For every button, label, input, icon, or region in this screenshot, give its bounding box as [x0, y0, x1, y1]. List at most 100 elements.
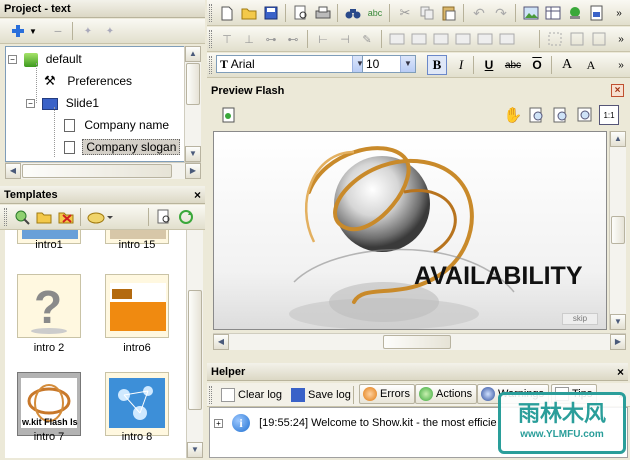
bold-button[interactable]: B: [427, 55, 447, 75]
collapse-icon[interactable]: −: [8, 55, 17, 65]
template-tile-selected[interactable]: w.kit Flash Is: [17, 372, 81, 436]
actual-size-icon[interactable]: 1:1: [599, 105, 619, 125]
tree-item-company-name[interactable]: Company name: [64, 116, 169, 134]
align-top-icon[interactable]: ⊤: [217, 29, 237, 49]
save-log-button[interactable]: Save log: [287, 385, 356, 405]
toolbar-grip[interactable]: [209, 56, 212, 74]
image-icon[interactable]: [521, 3, 541, 23]
open-icon[interactable]: [239, 3, 259, 23]
zoom-in-icon[interactable]: [527, 105, 547, 125]
scroll-left-icon[interactable]: ◀: [213, 334, 229, 350]
cut-icon[interactable]: ✂: [395, 3, 415, 23]
grow-font-button[interactable]: A: [557, 55, 577, 75]
preview-icon[interactable]: [154, 207, 174, 227]
template-tile[interactable]: [105, 372, 169, 436]
shrink-font-button[interactable]: A: [581, 55, 601, 75]
group-icon[interactable]: [86, 207, 116, 227]
open-folder-icon[interactable]: [34, 207, 54, 227]
chevron-down-icon[interactable]: ▼: [400, 56, 415, 72]
add-icon[interactable]: [8, 21, 28, 41]
strikethrough-button[interactable]: abc: [501, 55, 525, 75]
align-middle-icon[interactable]: ⊥: [239, 29, 259, 49]
layout-6-icon[interactable]: [497, 29, 517, 49]
layout-1-icon[interactable]: [387, 29, 407, 49]
close-icon[interactable]: ×: [617, 363, 624, 381]
remove-icon[interactable]: −: [48, 21, 68, 41]
layout-4-icon[interactable]: [453, 29, 473, 49]
print-icon[interactable]: [313, 3, 333, 23]
find-icon[interactable]: [343, 3, 363, 23]
undo-icon[interactable]: ↶: [469, 3, 489, 23]
hand-icon[interactable]: ✋: [503, 105, 523, 125]
scroll-thumb[interactable]: [188, 290, 202, 410]
clear-log-button[interactable]: Clear log: [217, 385, 287, 405]
spell-check-icon[interactable]: abc: [365, 3, 385, 23]
close-icon[interactable]: ×: [611, 84, 624, 97]
underline-button[interactable]: U: [479, 55, 499, 75]
align-center-icon[interactable]: ⊣: [335, 29, 355, 49]
save-icon[interactable]: [261, 3, 281, 23]
expand-icon[interactable]: +: [214, 418, 223, 428]
tree-scrollbar-h[interactable]: ◀ ▶: [5, 162, 201, 179]
zoom-out-icon[interactable]: [551, 105, 571, 125]
scroll-thumb[interactable]: [383, 335, 451, 349]
link-icon[interactable]: [565, 3, 585, 23]
delete-folder-icon[interactable]: [56, 207, 76, 227]
scroll-right-icon[interactable]: ▶: [185, 163, 201, 179]
collapse-icon[interactable]: −: [26, 99, 35, 109]
refresh-icon[interactable]: [176, 207, 196, 227]
new-file-icon[interactable]: [217, 3, 237, 23]
redo-icon[interactable]: ↷: [491, 3, 511, 23]
distribute-h-icon[interactable]: ⊶: [261, 29, 281, 49]
scroll-thumb[interactable]: [611, 216, 625, 244]
move-down-icon[interactable]: ✦: [100, 21, 120, 41]
border-1-icon[interactable]: [545, 29, 565, 49]
errors-tab[interactable]: Errors: [359, 384, 415, 404]
toolbar-grip[interactable]: [209, 30, 212, 48]
preview-scrollbar-h[interactable]: ◀ ▶: [213, 333, 626, 350]
toolbar-overflow-icon[interactable]: »: [611, 29, 630, 49]
browse-icon[interactable]: [12, 207, 32, 227]
paste-icon[interactable]: [439, 3, 459, 23]
template-tile[interactable]: [105, 274, 169, 338]
overline-button[interactable]: O: [527, 55, 547, 75]
distribute-v-icon[interactable]: ⊷: [283, 29, 303, 49]
zoom-fit-icon[interactable]: [575, 105, 595, 125]
scroll-down-icon[interactable]: ▼: [610, 314, 626, 330]
scroll-down-icon[interactable]: ▼: [185, 146, 201, 162]
font-size-select[interactable]: 10 ▼: [362, 55, 416, 73]
publish-icon[interactable]: [587, 3, 607, 23]
layout-2-icon[interactable]: [409, 29, 429, 49]
preview-scrollbar-v[interactable]: ▲ ▼: [609, 131, 626, 330]
close-icon[interactable]: ×: [194, 186, 201, 204]
table-icon[interactable]: [543, 3, 563, 23]
layout-5-icon[interactable]: [475, 29, 495, 49]
layout-3-icon[interactable]: [431, 29, 451, 49]
scroll-left-icon[interactable]: ◀: [5, 163, 21, 179]
flash-preview-canvas[interactable]: AVAILABILITY skip: [213, 131, 607, 330]
border-2-icon[interactable]: [567, 29, 587, 49]
border-3-icon[interactable]: [589, 29, 609, 49]
tree-scrollbar-v[interactable]: ▲ ▼: [184, 46, 201, 162]
toolbar-overflow-icon[interactable]: »: [611, 55, 630, 75]
actions-tab[interactable]: Actions: [415, 384, 478, 404]
toolbar-overflow-icon[interactable]: »: [609, 3, 629, 23]
toolbar-grip[interactable]: [4, 208, 7, 226]
log-entry[interactable]: + i [19:55:24] Welcome to Show.kit - the…: [214, 414, 497, 434]
toolbar-grip[interactable]: [209, 386, 212, 404]
skip-button[interactable]: skip: [562, 313, 598, 325]
toolbar-grip[interactable]: [209, 4, 212, 22]
tree-item-company-slogan[interactable]: Company slogan: [64, 138, 181, 156]
edit-icon[interactable]: ✎: [357, 29, 377, 49]
scroll-down-icon[interactable]: ▼: [187, 442, 203, 458]
move-up-icon[interactable]: ✦: [78, 21, 98, 41]
tree-item-preferences[interactable]: ⚒ Preferences: [44, 72, 132, 90]
templates-scrollbar-v[interactable]: ▼: [186, 230, 203, 458]
align-left-icon[interactable]: ⊢: [313, 29, 333, 49]
scroll-thumb[interactable]: [186, 63, 200, 105]
italic-button[interactable]: I: [451, 55, 471, 75]
reload-preview-icon[interactable]: [219, 105, 239, 125]
copy-icon[interactable]: [417, 3, 437, 23]
scroll-up-icon[interactable]: ▲: [610, 131, 626, 147]
scroll-thumb[interactable]: [22, 164, 172, 178]
